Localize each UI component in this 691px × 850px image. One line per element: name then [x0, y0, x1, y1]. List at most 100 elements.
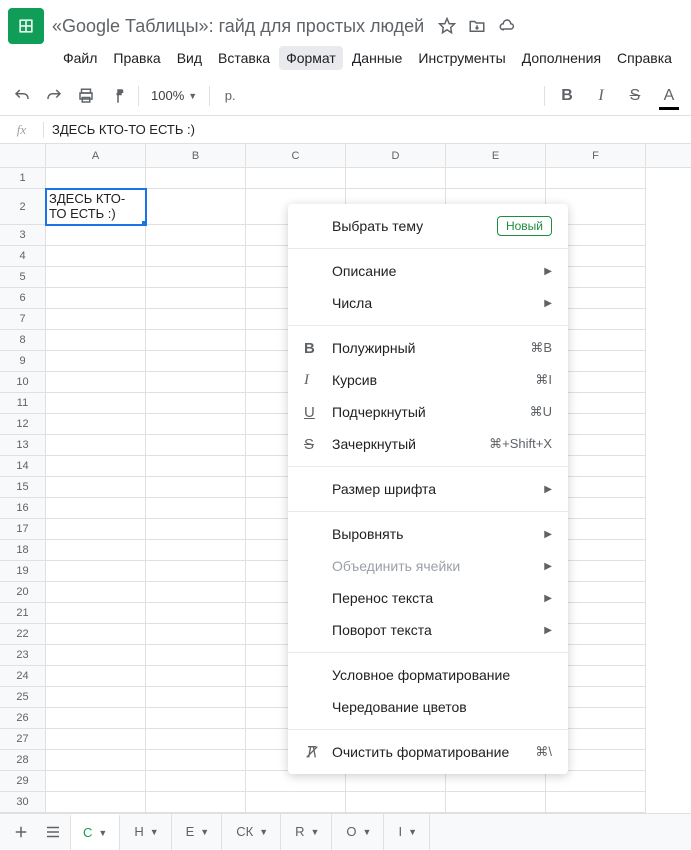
row-header[interactable]: 2 — [0, 189, 45, 225]
menu-item-clear-format[interactable]: Очистить форматирование⌘\ — [288, 736, 568, 768]
cell[interactable] — [146, 708, 246, 729]
menu-addons[interactable]: Дополнения — [515, 46, 608, 70]
cell[interactable] — [446, 792, 546, 813]
row-header[interactable]: 11 — [0, 393, 45, 414]
sheet-tab[interactable]: СК▼ — [224, 814, 281, 850]
row-header[interactable]: 17 — [0, 519, 45, 540]
cell[interactable] — [146, 330, 246, 351]
cell[interactable] — [546, 771, 646, 792]
cell[interactable]: ЗДЕСЬ КТО-ТО ЕСТЬ :) — [46, 189, 146, 225]
sheet-tab[interactable]: О▼ — [334, 814, 384, 850]
row-header[interactable]: 18 — [0, 540, 45, 561]
cell[interactable] — [146, 189, 246, 225]
cell[interactable] — [146, 561, 246, 582]
cell[interactable] — [46, 666, 146, 687]
cell[interactable] — [46, 288, 146, 309]
menu-item-underline[interactable]: UПодчеркнутый⌘U — [288, 396, 568, 428]
row-header[interactable]: 19 — [0, 561, 45, 582]
cell[interactable] — [46, 708, 146, 729]
column-header[interactable]: E — [446, 144, 546, 167]
cell[interactable] — [546, 168, 646, 189]
row-header[interactable]: 3 — [0, 225, 45, 246]
cell[interactable] — [146, 687, 246, 708]
cell[interactable] — [446, 771, 546, 792]
document-title[interactable]: «Google Таблицы»: гайд для простых людей — [52, 16, 424, 37]
cell[interactable] — [46, 351, 146, 372]
cell[interactable] — [46, 561, 146, 582]
row-header[interactable]: 20 — [0, 582, 45, 603]
redo-icon[interactable] — [42, 84, 66, 108]
cell[interactable] — [146, 225, 246, 246]
menu-format[interactable]: Формат — [279, 46, 343, 70]
row-header[interactable]: 4 — [0, 246, 45, 267]
cell[interactable] — [146, 498, 246, 519]
cell[interactable] — [146, 540, 246, 561]
cell[interactable] — [46, 393, 146, 414]
cell[interactable] — [346, 771, 446, 792]
cell[interactable] — [146, 750, 246, 771]
cell[interactable] — [246, 168, 346, 189]
cell[interactable] — [46, 771, 146, 792]
cell[interactable] — [146, 435, 246, 456]
row-header[interactable]: 24 — [0, 666, 45, 687]
cell[interactable] — [146, 246, 246, 267]
row-header[interactable]: 30 — [0, 792, 45, 813]
cell[interactable] — [146, 582, 246, 603]
menu-edit[interactable]: Правка — [106, 46, 167, 70]
row-header[interactable]: 5 — [0, 267, 45, 288]
row-header[interactable]: 26 — [0, 708, 45, 729]
bold-button[interactable]: B — [555, 84, 579, 108]
cell[interactable] — [146, 168, 246, 189]
cell[interactable] — [46, 687, 146, 708]
menu-item-merge[interactable]: Объединить ячейки▶ — [288, 550, 568, 582]
cell[interactable] — [346, 792, 446, 813]
cell[interactable] — [46, 624, 146, 645]
column-header[interactable]: D — [346, 144, 446, 167]
cell[interactable] — [146, 351, 246, 372]
menu-item-bold[interactable]: BПолужирный⌘B — [288, 332, 568, 364]
undo-icon[interactable] — [10, 84, 34, 108]
cell[interactable] — [46, 645, 146, 666]
all-sheets-button[interactable] — [38, 817, 68, 847]
menu-item-description[interactable]: Описание▶ — [288, 255, 568, 287]
cell[interactable] — [146, 792, 246, 813]
text-color-button[interactable]: A — [657, 84, 681, 108]
cell[interactable] — [146, 771, 246, 792]
row-header[interactable]: 21 — [0, 603, 45, 624]
cell[interactable] — [46, 414, 146, 435]
cell[interactable] — [346, 168, 446, 189]
menu-item-strike[interactable]: SЗачеркнутый⌘+Shift+X — [288, 428, 568, 460]
cell[interactable] — [146, 456, 246, 477]
menu-view[interactable]: Вид — [170, 46, 209, 70]
cell[interactable] — [46, 729, 146, 750]
cell[interactable] — [46, 372, 146, 393]
row-header[interactable]: 10 — [0, 372, 45, 393]
strikethrough-button[interactable]: S — [623, 84, 647, 108]
cell[interactable] — [246, 771, 346, 792]
menu-item-conditional[interactable]: Условное форматирование — [288, 659, 568, 691]
zoom-selector[interactable]: 100%▼ — [147, 88, 201, 103]
row-header[interactable]: 23 — [0, 645, 45, 666]
cell[interactable] — [46, 168, 146, 189]
cell[interactable] — [46, 477, 146, 498]
row-header[interactable]: 8 — [0, 330, 45, 351]
sheet-tab[interactable]: С▼ — [70, 814, 120, 850]
sheet-tab[interactable]: I▼ — [386, 814, 430, 850]
cell[interactable] — [46, 540, 146, 561]
menu-item-numbers[interactable]: Числа▶ — [288, 287, 568, 319]
column-header[interactable]: F — [546, 144, 646, 167]
cell[interactable] — [46, 792, 146, 813]
row-header[interactable]: 28 — [0, 750, 45, 771]
cell[interactable] — [146, 288, 246, 309]
row-header[interactable]: 1 — [0, 168, 45, 189]
add-sheet-button[interactable] — [6, 817, 36, 847]
cell[interactable] — [146, 603, 246, 624]
sheet-tab[interactable]: Е▼ — [174, 814, 223, 850]
italic-button[interactable]: I — [589, 84, 613, 108]
menu-tools[interactable]: Инструменты — [411, 46, 512, 70]
cell[interactable] — [46, 582, 146, 603]
row-header[interactable]: 7 — [0, 309, 45, 330]
cell[interactable] — [46, 246, 146, 267]
cell[interactable] — [146, 645, 246, 666]
sheet-tab[interactable]: R▼ — [283, 814, 332, 850]
